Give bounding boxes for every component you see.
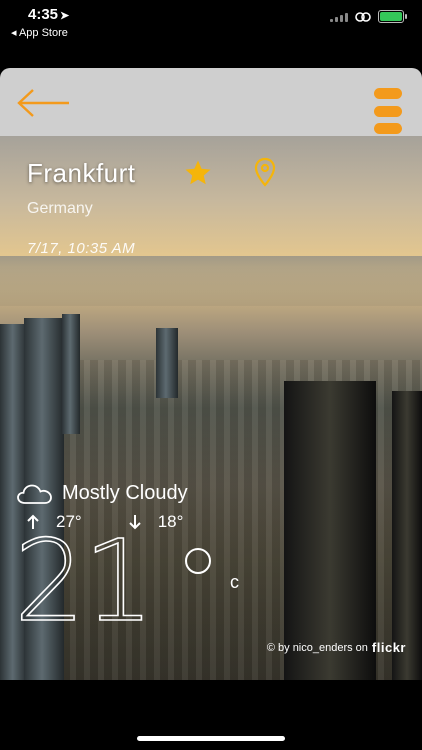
credit-text: © by nico_enders on xyxy=(266,641,368,654)
back-to-app-store-link[interactable]: ◂ App Store xyxy=(11,26,68,39)
back-button[interactable] xyxy=(16,88,72,118)
country-name: Germany xyxy=(27,200,93,217)
menu-dot xyxy=(374,88,402,99)
flickr-logo: flickr xyxy=(371,640,406,655)
link-icon xyxy=(355,11,371,22)
temperature-unit: c xyxy=(230,572,239,592)
time-text: 4:35 xyxy=(28,6,59,23)
photo-credit[interactable]: © by nico_enders on flickr xyxy=(267,640,406,655)
toolbar xyxy=(0,68,422,136)
condition-text: Mostly Cloudy xyxy=(62,482,188,504)
battery-icon xyxy=(378,10,407,23)
degree-symbol xyxy=(185,548,211,574)
arrow-left-icon xyxy=(17,89,69,117)
map-pin-icon[interactable] xyxy=(253,157,277,187)
menu-dot xyxy=(374,105,402,117)
status-time: 4:35 ➤ xyxy=(28,6,69,23)
home-indicator xyxy=(137,736,285,741)
star-icon[interactable] xyxy=(183,158,213,188)
menu-button[interactable] xyxy=(374,88,402,134)
menu-dot xyxy=(374,123,402,134)
condition-row: Mostly Cloudy xyxy=(16,482,188,505)
local-datetime: 7/17, 10:35 AM xyxy=(27,240,136,257)
location-arrow-icon: ➤ xyxy=(60,10,70,22)
cloud-icon xyxy=(17,484,52,504)
weather-card: Frankfurt Germany 7/17, 10:35 AM Mostly … xyxy=(0,68,422,680)
city-name: Frankfurt xyxy=(27,158,136,188)
current-temperature: 21 xyxy=(13,517,155,647)
status-icons xyxy=(330,10,407,23)
signal-icon xyxy=(330,12,348,22)
low-temperature: 18° xyxy=(157,512,184,531)
status-bar: 4:35 ➤ ◂ App Store xyxy=(0,0,422,42)
